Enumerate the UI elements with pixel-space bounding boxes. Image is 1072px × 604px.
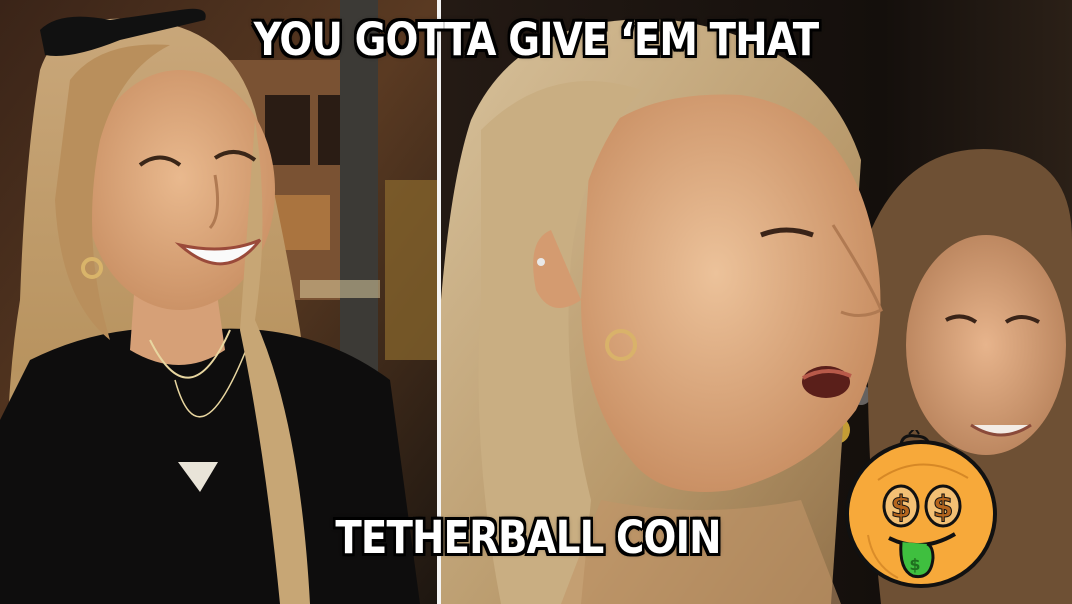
- dollar-eyes-coin-icon: $ $ $: [843, 426, 999, 590]
- svg-text:$: $: [933, 490, 954, 525]
- meme-image: YOU GOTTA GIVE ‘EM THAT TETHERBALL COIN …: [0, 0, 1072, 604]
- svg-text:$: $: [891, 490, 912, 525]
- svg-text:$: $: [909, 555, 920, 574]
- top-caption: YOU GOTTA GIVE ‘EM THAT: [253, 13, 820, 66]
